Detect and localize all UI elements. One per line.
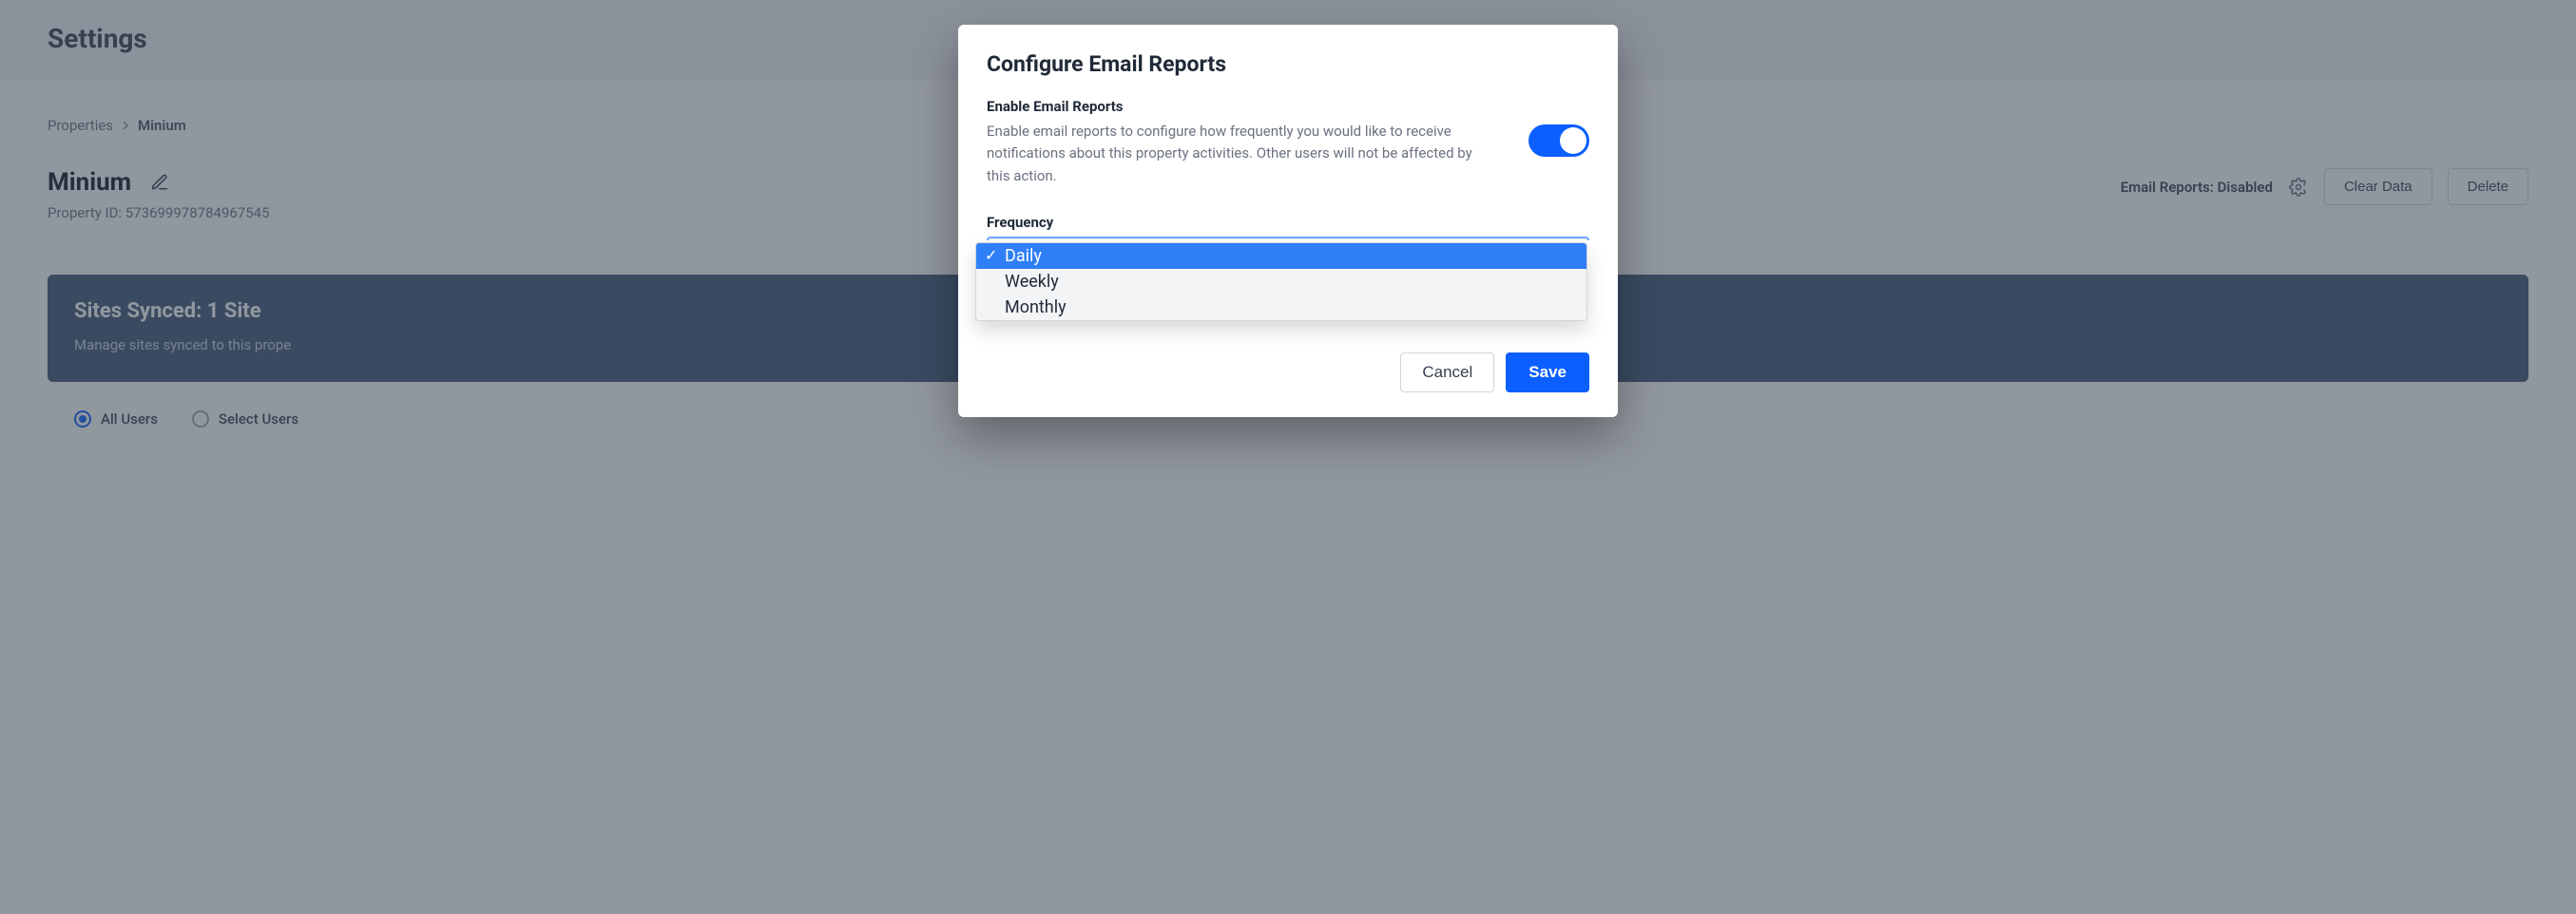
- frequency-option-daily[interactable]: Daily: [976, 243, 1586, 269]
- enable-email-reports-toggle[interactable]: [1528, 124, 1589, 157]
- frequency-label: Frequency: [987, 214, 1589, 231]
- enable-email-reports-description: Enable email reports to configure how fr…: [987, 121, 1481, 187]
- toggle-knob-icon: [1560, 127, 1586, 154]
- frequency-dropdown: Daily Weekly Monthly: [975, 242, 1587, 321]
- frequency-select[interactable]: [987, 237, 1589, 240]
- modal-title: Configure Email Reports: [987, 51, 1589, 77]
- frequency-option-weekly[interactable]: Weekly: [976, 269, 1586, 295]
- cancel-button[interactable]: Cancel: [1400, 352, 1494, 392]
- frequency-option-monthly[interactable]: Monthly: [976, 295, 1586, 320]
- enable-email-reports-label: Enable Email Reports: [987, 98, 1589, 115]
- save-button[interactable]: Save: [1506, 352, 1589, 392]
- configure-email-reports-modal: Configure Email Reports Enable Email Rep…: [958, 25, 1618, 417]
